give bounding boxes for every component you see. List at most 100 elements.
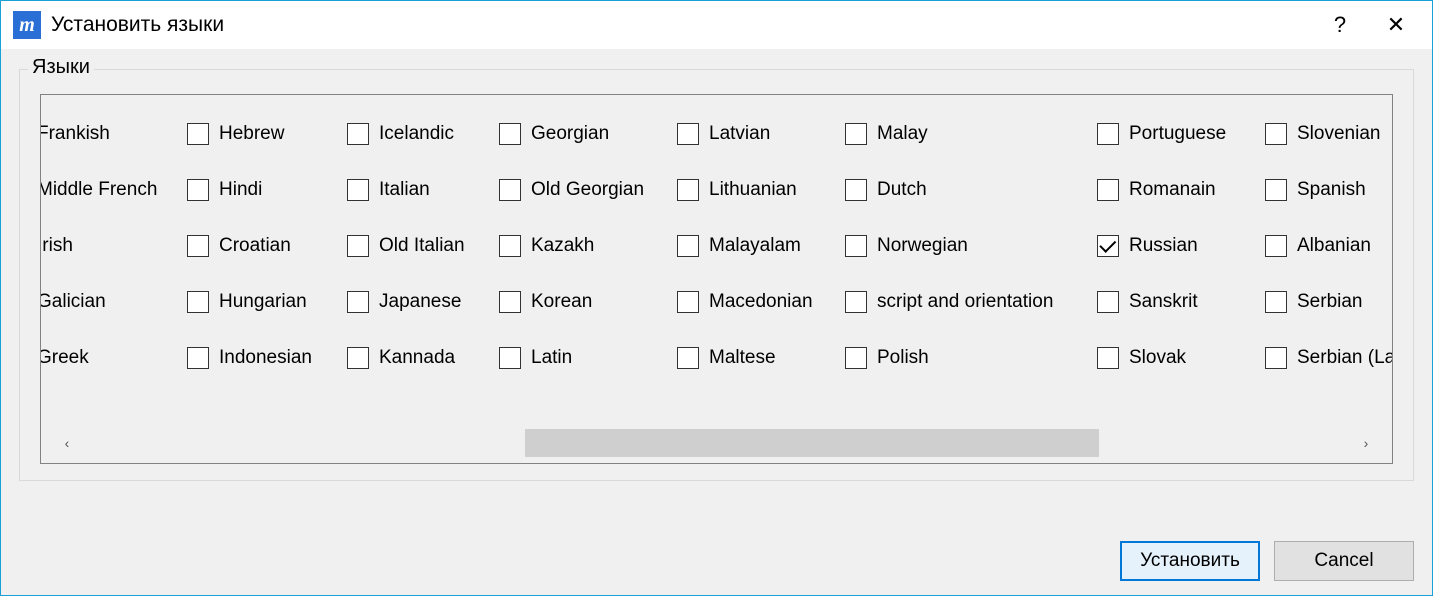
language-checkbox[interactable] [499, 291, 521, 313]
language-item[interactable]: Russian [1097, 235, 1253, 257]
language-checkbox[interactable] [845, 235, 867, 257]
language-item[interactable]: Greek [40, 347, 175, 369]
language-checkbox[interactable] [499, 179, 521, 201]
language-checkbox[interactable] [1097, 179, 1119, 201]
language-item[interactable]: Georgian [499, 123, 665, 145]
language-label: Latvian [709, 123, 770, 145]
language-checkbox[interactable] [347, 123, 369, 145]
help-button[interactable]: ? [1312, 1, 1368, 49]
scroll-left-button[interactable]: ‹ [55, 429, 79, 457]
scroll-track[interactable] [79, 429, 1354, 457]
language-item[interactable]: Kannada [347, 347, 487, 369]
language-item[interactable]: Galician [40, 291, 175, 313]
language-item[interactable]: Irish [40, 235, 175, 257]
language-item[interactable]: Macedonian [677, 291, 833, 313]
language-checkbox[interactable] [499, 347, 521, 369]
language-checkbox[interactable] [1265, 235, 1287, 257]
language-checkbox[interactable] [187, 291, 209, 313]
language-item[interactable]: Latin [499, 347, 665, 369]
language-checkbox[interactable] [1097, 235, 1119, 257]
cancel-button[interactable]: Cancel [1274, 541, 1414, 581]
language-checkbox[interactable] [677, 179, 699, 201]
language-item[interactable]: Old Italian [347, 235, 487, 257]
language-item[interactable]: Indonesian [187, 347, 335, 369]
language-checkbox[interactable] [347, 347, 369, 369]
language-checkbox[interactable] [187, 235, 209, 257]
language-item[interactable]: Polish [845, 347, 1085, 369]
language-checkbox[interactable] [677, 235, 699, 257]
language-item[interactable]: Italian [347, 179, 487, 201]
language-item[interactable]: Maltese [677, 347, 833, 369]
language-checkbox[interactable] [845, 291, 867, 313]
language-checkbox[interactable] [499, 235, 521, 257]
language-column: Portuguese Romanain Russian Sanskrit Slovak [1091, 123, 1259, 423]
language-item[interactable]: Spanish [1265, 179, 1393, 201]
language-checkbox[interactable] [845, 123, 867, 145]
language-checkbox[interactable] [187, 123, 209, 145]
language-checkbox[interactable] [1265, 347, 1287, 369]
language-item[interactable]: Lithuanian [677, 179, 833, 201]
language-label: Romanain [1129, 179, 1216, 201]
language-item[interactable]: Hindi [187, 179, 335, 201]
language-label: Icelandic [379, 123, 454, 145]
language-label: Macedonian [709, 291, 813, 313]
scroll-right-button[interactable]: › [1354, 429, 1378, 457]
language-checkbox[interactable] [1265, 179, 1287, 201]
horizontal-scrollbar[interactable]: ‹ › [55, 429, 1378, 457]
close-button[interactable]: ✕ [1368, 1, 1424, 49]
language-label: Irish [40, 235, 73, 257]
language-label: Old Italian [379, 235, 465, 257]
language-checkbox[interactable] [677, 123, 699, 145]
language-checkbox[interactable] [347, 291, 369, 313]
language-item[interactable]: Albanian [1265, 235, 1393, 257]
language-item[interactable]: Portuguese [1097, 123, 1253, 145]
language-item[interactable]: Malayalam [677, 235, 833, 257]
language-checkbox[interactable] [1097, 291, 1119, 313]
language-label: Kannada [379, 347, 455, 369]
language-column: Georgian Old Georgian Kazakh Korean Latin [493, 123, 671, 423]
language-item[interactable]: Korean [499, 291, 665, 313]
language-item[interactable]: Slovenian [1265, 123, 1393, 145]
language-label: script and orientation [877, 291, 1053, 313]
language-checkbox[interactable] [347, 179, 369, 201]
language-item[interactable]: Croatian [187, 235, 335, 257]
language-item[interactable]: Icelandic [347, 123, 487, 145]
language-checkbox[interactable] [187, 179, 209, 201]
language-item[interactable]: Hebrew [187, 123, 335, 145]
scroll-thumb[interactable] [525, 429, 1099, 457]
language-item[interactable]: Serbian (Latin) [1265, 347, 1393, 369]
language-item[interactable]: Norwegian [845, 235, 1085, 257]
language-checkbox[interactable] [499, 123, 521, 145]
language-checkbox[interactable] [187, 347, 209, 369]
language-item[interactable]: Sanskrit [1097, 291, 1253, 313]
language-label: Malay [877, 123, 928, 145]
language-checkbox[interactable] [1097, 347, 1119, 369]
language-checkbox[interactable] [845, 347, 867, 369]
language-checkbox[interactable] [677, 347, 699, 369]
language-item[interactable]: Dutch [845, 179, 1085, 201]
language-label: Russian [1129, 235, 1198, 257]
language-item[interactable]: Romanain [1097, 179, 1253, 201]
language-item[interactable]: Frankish [40, 123, 175, 145]
language-checkbox[interactable] [1265, 291, 1287, 313]
language-item[interactable]: Kazakh [499, 235, 665, 257]
language-item[interactable]: Slovak [1097, 347, 1253, 369]
language-checkbox[interactable] [677, 291, 699, 313]
language-item[interactable]: Middle French [40, 179, 175, 201]
languages-grid: Frankish Middle French Irish Galician Greek H… [40, 95, 1393, 423]
language-item[interactable]: Serbian [1265, 291, 1393, 313]
language-label: Japanese [379, 291, 461, 313]
language-column: Icelandic Italian Old Italian Japanese Kanna… [341, 123, 493, 423]
language-item[interactable]: Hungarian [187, 291, 335, 313]
language-checkbox[interactable] [1097, 123, 1119, 145]
language-item[interactable]: script and orientation [845, 291, 1085, 313]
language-item[interactable]: Malay [845, 123, 1085, 145]
language-item[interactable]: Latvian [677, 123, 833, 145]
install-button[interactable]: Установить [1120, 541, 1260, 581]
language-checkbox[interactable] [1265, 123, 1287, 145]
language-checkbox[interactable] [845, 179, 867, 201]
titlebar: m Установить языки ? ✕ [1, 1, 1432, 49]
language-checkbox[interactable] [347, 235, 369, 257]
language-item[interactable]: Japanese [347, 291, 487, 313]
language-item[interactable]: Old Georgian [499, 179, 665, 201]
